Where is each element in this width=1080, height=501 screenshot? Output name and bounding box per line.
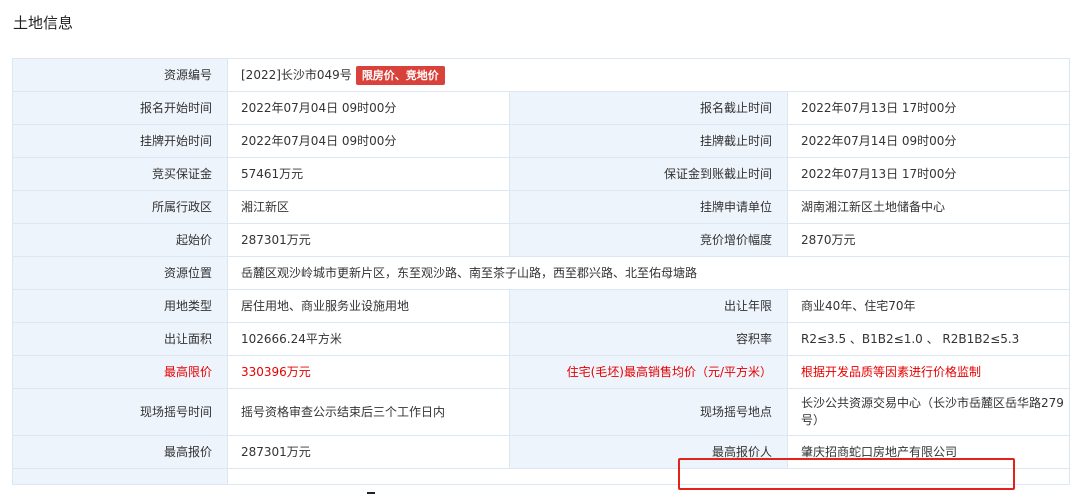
max-sale-price-value: 根据开发品质等因素进行价格监制 (786, 355, 1071, 389)
location-label: 资源位置 (12, 256, 228, 290)
table-row: 出让面积 102666.24平方米 容积率 R2≤3.5 、B1B2≤1.0 、… (12, 322, 1071, 356)
table-row: 资源位置 岳麓区观沙岭城市更新片区，东至观沙路、南至茶子山路，西至郡兴路、北至佑… (12, 256, 1071, 290)
resource-id-value: [2022]长沙市049号 限房价、竞地价 (226, 58, 1071, 92)
lottery-time-label: 现场摇号时间 (12, 388, 228, 436)
table-row: 挂牌开始时间 2022年07月04日 09时00分 挂牌截止时间 2022年07… (12, 124, 1071, 158)
row-label: 起始价 (12, 223, 228, 257)
row-value: 居住用地、商业服务业设施用地 (227, 289, 510, 323)
max-sale-price-label: 住宅(毛坯)最高销售均价（元/平方米） (509, 355, 788, 389)
row-label: 所属行政区 (12, 190, 228, 224)
row-value: 57461万元 (227, 157, 510, 191)
row-value: 102666.24平方米 (227, 322, 510, 356)
location-value: 岳麓区观沙岭城市更新片区，东至观沙路、南至茶子山路，西至郡兴路、北至佑母塘路 (226, 256, 1071, 290)
table-row: 竞买保证金 57461万元 保证金到账截止时间 2022年07月13日 17时0… (12, 157, 1071, 191)
top-bidder-highlight-box (678, 458, 1015, 490)
row-label: 挂牌截止时间 (509, 124, 788, 158)
land-info-table: 资源编号 [2022]长沙市049号 限房价、竞地价 报名开始时间 2022年07… (12, 58, 1071, 485)
row-label: 用地类型 (12, 289, 228, 323)
row-value: 2022年07月04日 09时00分 (227, 91, 510, 125)
table-row: 所属行政区 湘江新区 挂牌申请单位 湖南湘江新区土地储备中心 (12, 190, 1071, 224)
lottery-place-label: 现场摇号地点 (509, 388, 788, 436)
price-limit-value: 330396万元 (227, 355, 510, 389)
row-value: R2≤3.5 、B1B2≤1.0 、 R2B1B2≤5.3 (786, 322, 1071, 356)
top-bid-value: 287301万元 (227, 435, 510, 469)
price-limit-label: 最高限价 (12, 355, 228, 389)
row-label: 竞买保证金 (12, 157, 228, 191)
row-label: 报名截止时间 (509, 91, 788, 125)
row-value: 287301万元 (227, 223, 510, 257)
row-value: 湖南湘江新区土地储备中心 (786, 190, 1071, 224)
row-value: 2022年07月13日 17时00分 (786, 157, 1071, 191)
page-title: 土地信息 (13, 14, 74, 32)
row-label: 挂牌申请单位 (509, 190, 788, 224)
table-row: 用地类型 居住用地、商业服务业设施用地 出让年限 商业40年、住宅70年 (12, 289, 1071, 323)
table-row: 资源编号 [2022]长沙市049号 限房价、竞地价 (12, 58, 1071, 92)
row-label: 出让面积 (12, 322, 228, 356)
row-value: 2022年07月14日 09时00分 (786, 124, 1071, 158)
row-label: 报名开始时间 (12, 91, 228, 125)
row-label: 容积率 (509, 322, 788, 356)
row-label: 保证金到账截止时间 (509, 157, 788, 191)
resource-id-text: [2022]长沙市049号 (241, 67, 352, 82)
row-label: 竞价增价幅度 (509, 223, 788, 257)
row-value: 2022年07月13日 17时00分 (786, 91, 1071, 125)
table-row: 现场摇号时间 摇号资格审查公示结束后三个工作日内 现场摇号地点 长沙公共资源交易… (12, 388, 1071, 436)
row-value: 2022年07月04日 09时00分 (227, 124, 510, 158)
row-label: 出让年限 (509, 289, 788, 323)
row-value: 商业40年、住宅70年 (786, 289, 1071, 323)
row-value: 湘江新区 (227, 190, 510, 224)
text-cursor-mark (367, 492, 375, 494)
row-value: 2870万元 (786, 223, 1071, 257)
policy-tag-badge: 限房价、竞地价 (355, 65, 445, 85)
empty-cell (12, 468, 228, 485)
table-row: 最高限价 330396万元 住宅(毛坯)最高销售均价（元/平方米） 根据开发品质… (12, 355, 1071, 389)
resource-id-label: 资源编号 (12, 58, 228, 92)
table-row: 起始价 287301万元 竞价增价幅度 2870万元 (12, 223, 1071, 257)
lottery-time-value: 摇号资格审查公示结束后三个工作日内 (227, 388, 510, 436)
table-row: 报名开始时间 2022年07月04日 09时00分 报名截止时间 2022年07… (12, 91, 1071, 125)
top-bid-label: 最高报价 (12, 435, 228, 469)
row-label: 挂牌开始时间 (12, 124, 228, 158)
lottery-place-value: 长沙公共资源交易中心（长沙市岳麓区岳华路279号） (786, 388, 1071, 436)
